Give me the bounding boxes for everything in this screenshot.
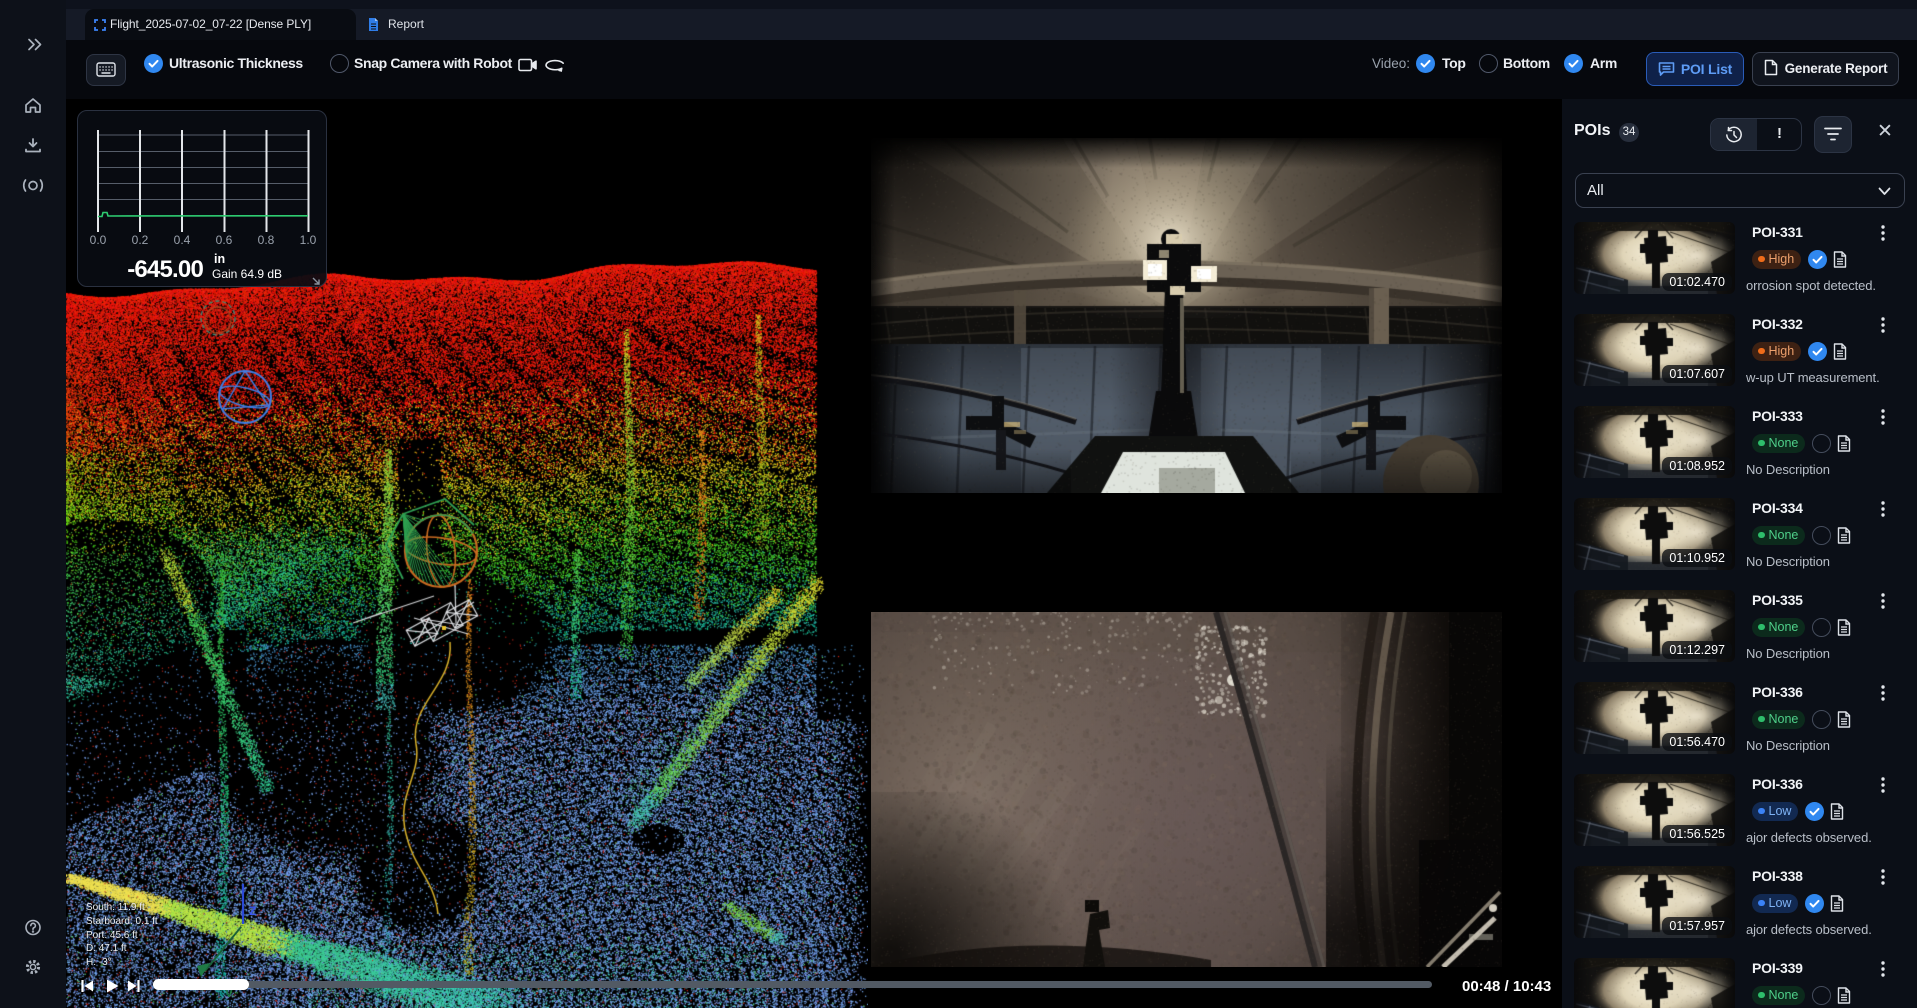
svg-text:Z: Z: [249, 904, 256, 918]
svg-text:0.4: 0.4: [174, 233, 191, 247]
svg-text:0.8: 0.8: [258, 233, 275, 247]
svg-text:0.6: 0.6: [216, 233, 233, 247]
svg-text:1.0: 1.0: [300, 233, 317, 247]
svg-text:0.2: 0.2: [132, 233, 149, 247]
svg-text:0.0: 0.0: [90, 233, 107, 247]
svg-text:in: in: [214, 252, 225, 266]
svg-text:Gain 64.9 dB: Gain 64.9 dB: [212, 267, 282, 281]
svg-text:-645.00: -645.00: [127, 256, 203, 283]
